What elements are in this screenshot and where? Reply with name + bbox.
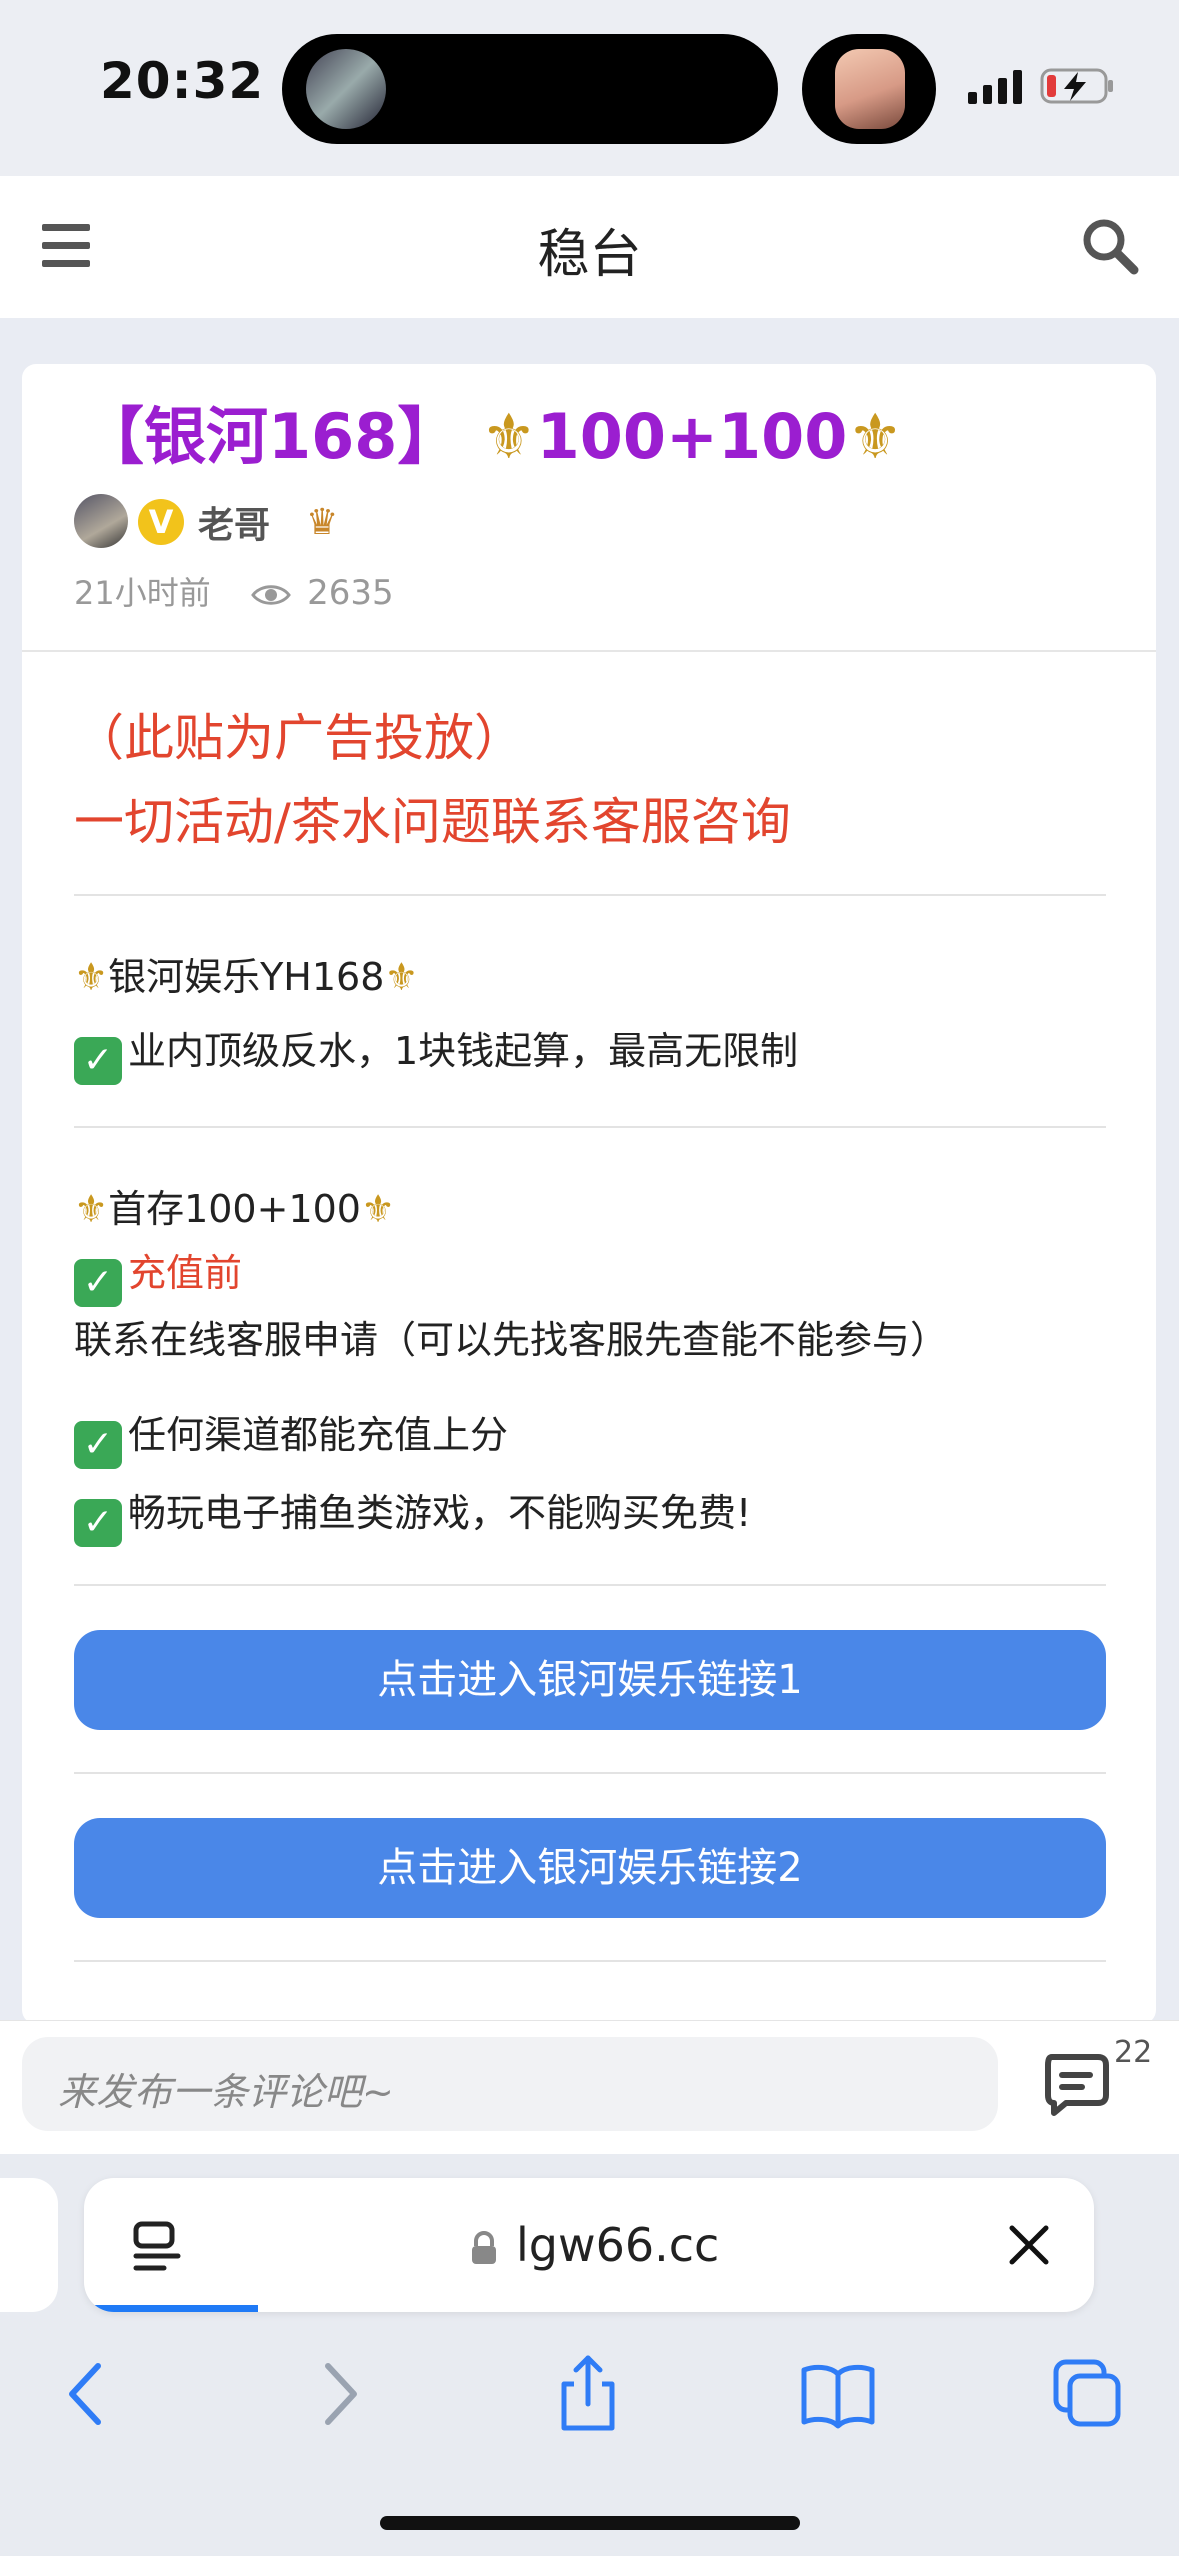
address-bar[interactable]: lgw66.cc — [84, 2178, 1094, 2312]
section2-heading: ⚜首存100+100⚜ — [74, 1178, 395, 1233]
fleur-de-lis-icon: ⚜ — [74, 955, 109, 999]
view-count: 2635 — [307, 573, 394, 613]
live-activity-thumbnail — [306, 49, 386, 129]
divider — [74, 894, 1106, 896]
section2-item2-text: 任何渠道都能充值上分 — [128, 1413, 509, 1457]
fleur-de-lis-icon: ⚜ — [847, 400, 903, 473]
divider — [74, 1772, 1106, 1774]
comment-count: 22 — [1114, 2035, 1153, 2070]
link1-button[interactable]: 点击进入银河娱乐链接1 — [74, 1630, 1106, 1730]
previous-tab-peek[interactable] — [0, 2178, 58, 2312]
post-time: 21小时前 — [74, 574, 211, 612]
section1-heading: ⚜银河娱乐YH168⚜ — [74, 946, 418, 1001]
check-mark-icon: ✓ — [74, 1259, 122, 1307]
share-icon[interactable] — [548, 2354, 628, 2434]
section2-item1-text: 联系在线客服申请（可以先找客服先查能不能参与） — [74, 1318, 949, 1362]
author-name[interactable]: 老哥 — [198, 496, 270, 548]
divider — [74, 1584, 1106, 1586]
section2-item3-text: 畅玩电子捕鱼类游戏，不能购买免费! — [128, 1491, 752, 1535]
section1-item: ✓ 业内顶级反水，1块钱起算，最高无限制 — [74, 1020, 798, 1085]
bookmarks-icon[interactable] — [798, 2354, 878, 2434]
post-title-bracket: 【银河168】 — [82, 400, 460, 473]
fleur-de-lis-icon: ⚜ — [360, 1187, 396, 1231]
fleur-de-lis-icon: ⚜ — [481, 400, 537, 473]
live-activity-avatar — [835, 49, 905, 129]
dynamic-island-secondary[interactable] — [802, 34, 936, 144]
post-title-bonus: 100+100 — [536, 400, 848, 473]
level-crown-icon: ♛ — [306, 502, 339, 543]
status-bar: 20:32 — [0, 0, 1179, 176]
close-icon[interactable] — [1006, 2222, 1052, 2268]
verified-badge-icon: V — [138, 499, 184, 545]
comment-placeholder: 来发布一条评论吧~ — [58, 2070, 394, 2114]
lock-icon — [472, 2231, 496, 2264]
post-meta: 21小时前 2635 — [74, 568, 394, 614]
section2-heading-text: 首存100+100 — [108, 1187, 361, 1231]
browser-toolbar: lgw66.cc — [0, 2154, 1179, 2556]
top-nav: 稳台 — [0, 176, 1179, 318]
author-avatar[interactable] — [74, 494, 128, 548]
url-text: lgw66.cc — [516, 2218, 720, 2272]
contact-notice: 一切活动/茶水问题联系客服咨询 — [74, 793, 791, 851]
forward-icon[interactable] — [300, 2354, 380, 2434]
fleur-de-lis-icon: ⚜ — [384, 955, 419, 999]
divider — [74, 1960, 1106, 1962]
tabs-icon[interactable] — [1048, 2354, 1128, 2434]
comment-bar: 来发布一条评论吧~ 22 — [0, 2020, 1179, 2155]
cellular-signal-icon — [968, 70, 1022, 104]
site-title: 稳台 — [537, 225, 642, 285]
loading-progress-bar — [84, 2305, 258, 2312]
post-title: 【银河168】 ⚜100+100⚜ — [82, 386, 903, 476]
section1-item-text: 业内顶级反水，1块钱起算，最高无限制 — [128, 1029, 799, 1073]
dynamic-island[interactable] — [282, 34, 778, 144]
section2-item2: ✓ 任何渠道都能充值上分 — [74, 1404, 508, 1469]
section2-item3: ✓ 畅玩电子捕鱼类游戏，不能购买免费! — [74, 1482, 751, 1547]
divider — [74, 1126, 1106, 1128]
back-icon[interactable] — [46, 2354, 126, 2434]
section1-heading-text: 银河娱乐YH168 — [108, 955, 385, 999]
highlight-text: 充值前 — [128, 1251, 243, 1295]
comment-icon[interactable] — [1042, 2051, 1114, 2117]
post-card: 【银河168】 ⚜100+100⚜ V 老哥 ♛ 21小时前 2635 （此贴为… — [22, 364, 1156, 2024]
section2-item1: ✓ 充值前联系在线客服申请（可以先找客服先查能不能参与） — [74, 1240, 1114, 1373]
comment-input[interactable]: 来发布一条评论吧~ — [22, 2037, 998, 2131]
battery-charging-icon — [1040, 68, 1113, 104]
check-mark-icon: ✓ — [74, 1037, 122, 1085]
ad-notice: （此贴为广告投放） — [74, 709, 524, 767]
check-mark-icon: ✓ — [74, 1499, 122, 1547]
divider — [22, 650, 1156, 652]
home-indicator[interactable] — [380, 2516, 800, 2530]
fleur-de-lis-icon: ⚜ — [74, 1187, 109, 1231]
page-menu-icon[interactable] — [132, 2220, 186, 2276]
status-time: 20:32 — [100, 52, 265, 110]
search-icon[interactable] — [1080, 216, 1140, 276]
eye-icon — [251, 585, 291, 605]
check-mark-icon: ✓ — [74, 1421, 122, 1469]
link2-button[interactable]: 点击进入银河娱乐链接2 — [74, 1818, 1106, 1918]
